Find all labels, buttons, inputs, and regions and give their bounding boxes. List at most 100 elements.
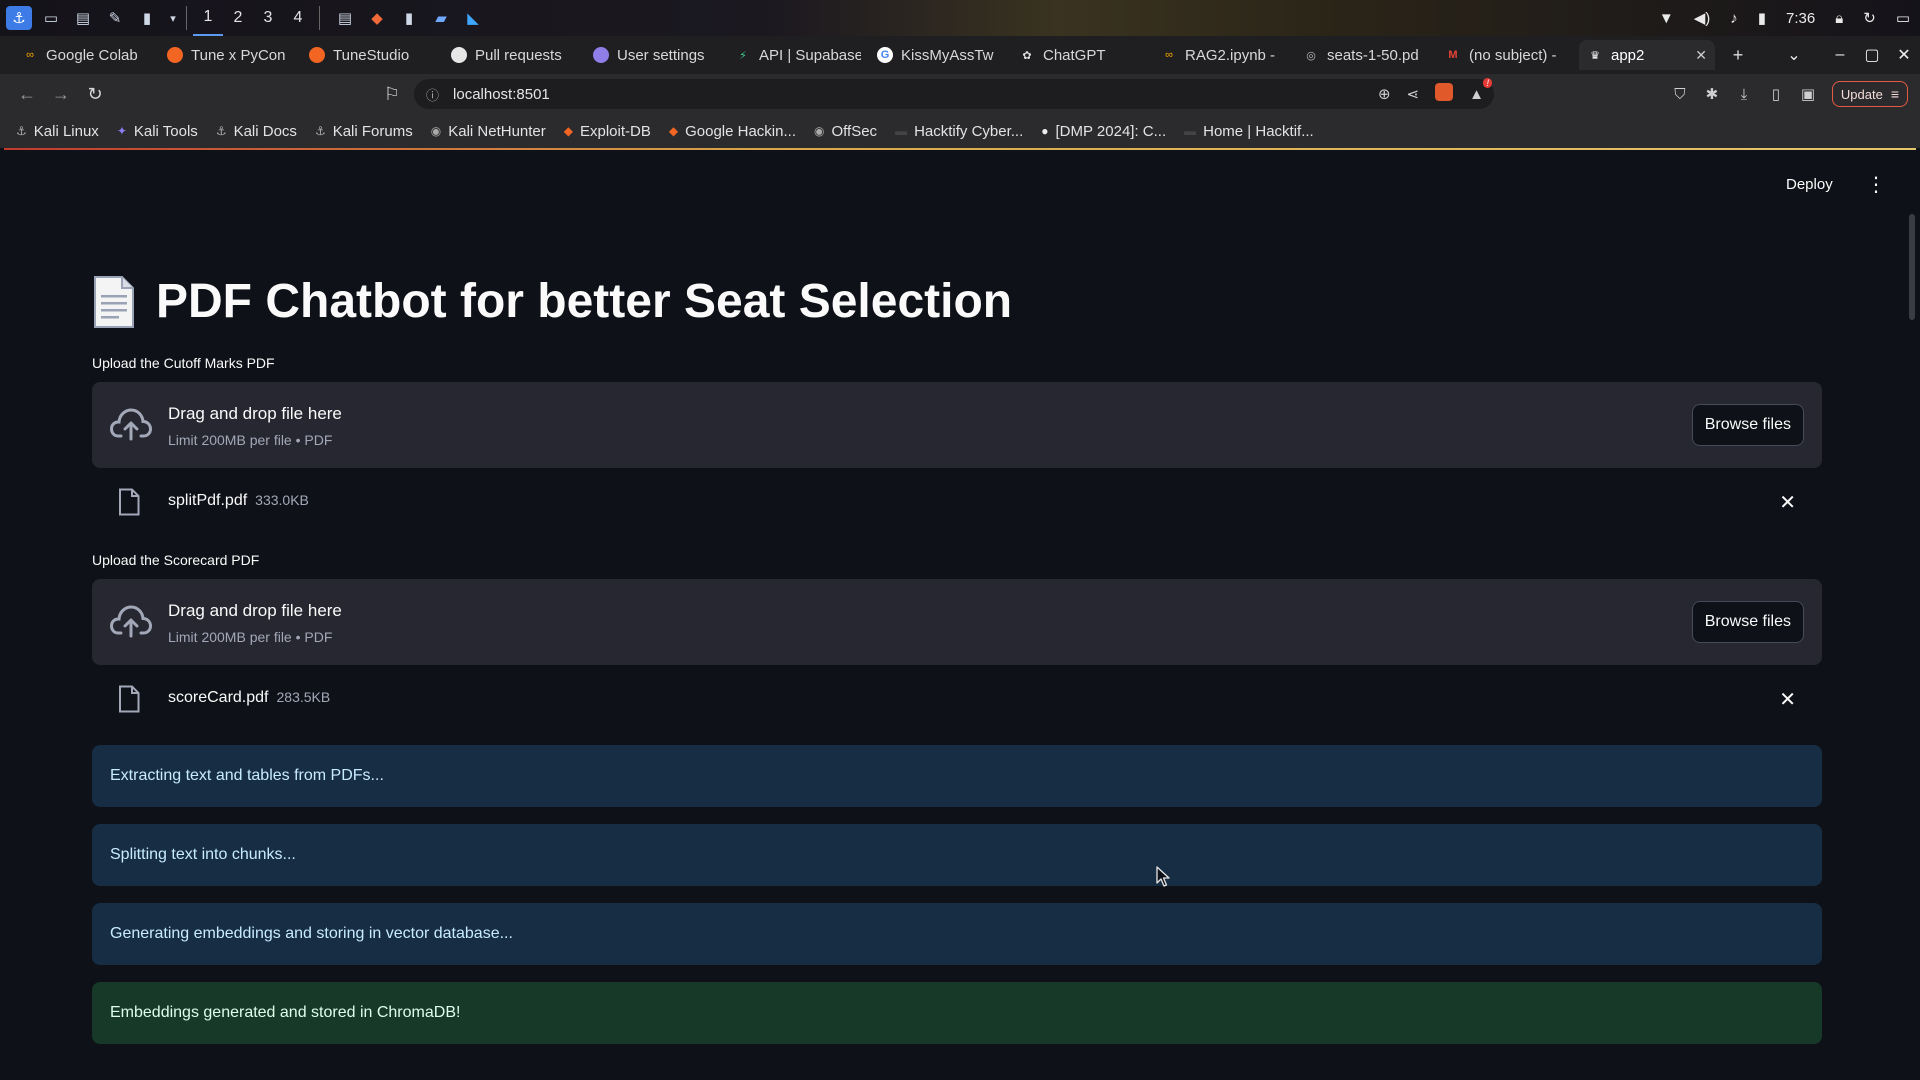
bookmark-offsec[interactable]: ◉ OffSec	[814, 123, 877, 140]
clock[interactable]: 7:36	[1786, 10, 1815, 27]
bookmarks-bar: ⚓ Kali Linux ✦ Kali Tools ⚓ Kali Docs ⚓ Kali…	[0, 114, 1920, 148]
tab-user-settings[interactable]: User settings	[585, 40, 727, 70]
cutoff-file-dropzone[interactable]: Drag and drop file here Limit 200MB per …	[92, 382, 1822, 468]
remove-file-icon[interactable]: ✕	[1779, 687, 1796, 712]
cutoff-upload-label: Upload the Cutoff Marks PDF	[92, 355, 275, 371]
workspace-3[interactable]: 3	[253, 0, 283, 36]
brave-window-icon[interactable]: ◆	[364, 6, 390, 30]
forward-icon[interactable]: →	[44, 84, 78, 105]
remove-file-icon[interactable]: ✕	[1779, 490, 1796, 515]
file-icon	[119, 685, 140, 713]
file-name-text: scoreCard.pdf	[168, 689, 269, 706]
globe-icon: ◎	[1306, 49, 1316, 62]
update-button[interactable]: Update ≡	[1831, 81, 1908, 107]
workspace-4[interactable]: 4	[283, 0, 313, 36]
tab-seats-pdf[interactable]: ◎ seats-1-50.pd	[1295, 40, 1437, 70]
os-taskbar: ⚓ ▭ ▤ ✎ ▮ ▾ 1 2 3 4 ▤ ◆ ▮ ▰ ◣ ▼ ◀) ♪ ▮ 7…	[0, 0, 1920, 36]
cloud-upload-icon	[110, 605, 152, 638]
main-menu-icon[interactable]: ⋮	[1866, 172, 1886, 197]
share-icon[interactable]: ⋖	[1407, 85, 1420, 103]
bookmark-icon[interactable]: ⚐	[375, 84, 409, 105]
maximize-icon[interactable]: ▢	[1856, 45, 1888, 65]
tab-kissmyasstw[interactable]: G KissMyAssTw	[869, 40, 1011, 70]
bookmark-google-hacking[interactable]: ◆ Google Hackin...	[669, 123, 796, 140]
bookmark-hacktify-cyber[interactable]: ▬ Hacktify Cyber...	[895, 123, 1023, 140]
downloads-icon[interactable]: ⤓	[1728, 86, 1760, 103]
tab-gmail[interactable]: M (no subject) -	[1437, 40, 1579, 70]
files-window-icon[interactable]: ▤	[332, 6, 358, 30]
bookmark-kali-forums[interactable]: ⚓ Kali Forums	[315, 123, 413, 140]
vpn-shield-icon[interactable]: ⛉	[1664, 86, 1696, 103]
vscode-window-icon[interactable]: ◣	[460, 6, 486, 30]
desktop-icon[interactable]: ▭	[38, 6, 64, 30]
scrollbar[interactable]	[1909, 214, 1915, 320]
chevron-down-icon[interactable]: ▾	[166, 6, 180, 30]
brave-shields-icon[interactable]	[1435, 83, 1454, 105]
uploaded-file-size: 333.0KB	[255, 492, 309, 508]
back-icon[interactable]: ←	[10, 84, 44, 105]
zoom-icon[interactable]: ⊕	[1378, 85, 1391, 103]
refresh-icon[interactable]: ↻	[1863, 9, 1876, 27]
tab-label: ChatGPT	[1043, 46, 1106, 64]
tab-app2[interactable]: ♛ app2 ✕	[1579, 40, 1715, 70]
folder-window-icon[interactable]: ▰	[428, 6, 454, 30]
display-icon[interactable]: ▭	[1896, 9, 1910, 27]
notification-bell-icon[interactable]: ♪	[1730, 10, 1738, 27]
scorecard-file-dropzone[interactable]: Drag and drop file here Limit 200MB per …	[92, 579, 1822, 665]
kali-menu-icon[interactable]: ⚓	[6, 6, 32, 30]
new-tab-icon[interactable]: +	[1723, 45, 1753, 66]
status-info-splitting: Splitting text into chunks...	[92, 824, 1822, 886]
file-icon	[119, 488, 140, 516]
minimize-icon[interactable]: –	[1824, 46, 1856, 64]
bookmark-dmp-2024[interactable]: ● [DMP 2024]: C...	[1041, 123, 1166, 140]
tab-google-colab[interactable]: ∞ Google Colab	[14, 40, 159, 70]
supabase-icon: ⚡︎	[739, 49, 747, 62]
tab-tunestudio[interactable]: TuneStudio	[301, 40, 443, 70]
lock-icon[interactable]: 🔒︎	[1835, 10, 1843, 27]
tab-pull-requests[interactable]: Pull requests	[443, 40, 585, 70]
close-tab-icon[interactable]: ✕	[1687, 47, 1707, 64]
browser-toolbar: ← → ↻ ⚐ ⓘ localhost:8501 ⊕ ⋖ ▲! ⛉ ✱ ⤓ ▯ …	[0, 74, 1920, 114]
workspace-2[interactable]: 2	[223, 0, 253, 36]
address-bar[interactable]: ⓘ localhost:8501 ⊕ ⋖ ▲!	[414, 77, 1494, 109]
tab-supabase[interactable]: ⚡︎ API | Supabase	[727, 40, 869, 70]
brave-rewards-icon[interactable]: ▲!	[1469, 77, 1492, 103]
terminal-window-icon[interactable]: ▮	[396, 6, 422, 30]
extensions-icon[interactable]: ✱	[1696, 85, 1728, 103]
file-manager-icon[interactable]: ▤	[70, 6, 96, 30]
tab-label: TuneStudio	[333, 46, 410, 64]
deploy-button[interactable]: Deploy	[1786, 176, 1833, 193]
sidebar-icon[interactable]: ▯	[1760, 85, 1792, 103]
workspace-1[interactable]: 1	[193, 0, 223, 36]
battery-icon[interactable]: ▮	[1758, 9, 1766, 27]
tab-rag2-notebook[interactable]: ∞ RAG2.ipynb -	[1153, 40, 1295, 70]
tab-tune-pycon[interactable]: Tune x PyCon	[159, 40, 301, 70]
tab-chatgpt[interactable]: ✿ ChatGPT	[1011, 40, 1153, 70]
wifi-icon[interactable]: ▼	[1659, 10, 1674, 27]
tab-label: (no subject) -	[1469, 46, 1557, 64]
update-label: Update	[1840, 86, 1883, 102]
terminal-icon[interactable]: ▮	[134, 6, 160, 30]
bookmark-exploit-db[interactable]: ◆ Exploit-DB	[564, 123, 651, 140]
close-window-icon[interactable]: ✕	[1888, 45, 1920, 65]
volume-icon[interactable]: ◀)	[1694, 9, 1711, 27]
browse-files-button[interactable]: Browse files	[1691, 601, 1804, 643]
bookmark-kali-linux[interactable]: ⚓ Kali Linux	[16, 123, 99, 140]
bookmark-kali-nethunter[interactable]: ◉ Kali NetHunter	[431, 123, 546, 140]
site-info-icon[interactable]: ⓘ	[426, 85, 439, 104]
wallet-icon[interactable]: ▣	[1792, 85, 1824, 103]
bookmark-hacktify-home[interactable]: ▬ Home | Hacktif...	[1184, 123, 1314, 140]
tab-label: API | Supabase	[759, 46, 861, 64]
bookmark-kali-docs[interactable]: ⚓ Kali Docs	[216, 123, 297, 140]
url-text[interactable]: localhost:8501	[453, 86, 550, 103]
text-editor-icon[interactable]: ✎	[102, 6, 128, 30]
kali-forums-icon: ⚓	[314, 124, 326, 138]
tab-label: seats-1-50.pd	[1327, 46, 1419, 64]
tab-list-chevron-icon[interactable]: ⌄	[1778, 45, 1810, 65]
streamlit-app: Deploy ⋮ PDF Chatbot for better Seat Sel…	[0, 150, 1920, 1080]
page-title: PDF Chatbot for better Seat Selection	[92, 274, 1012, 329]
bookmark-kali-tools[interactable]: ✦ Kali Tools	[117, 123, 198, 140]
reload-icon[interactable]: ↻	[78, 84, 112, 105]
browse-files-button[interactable]: Browse files	[1691, 404, 1804, 446]
tab-label: Google Colab	[46, 46, 138, 64]
